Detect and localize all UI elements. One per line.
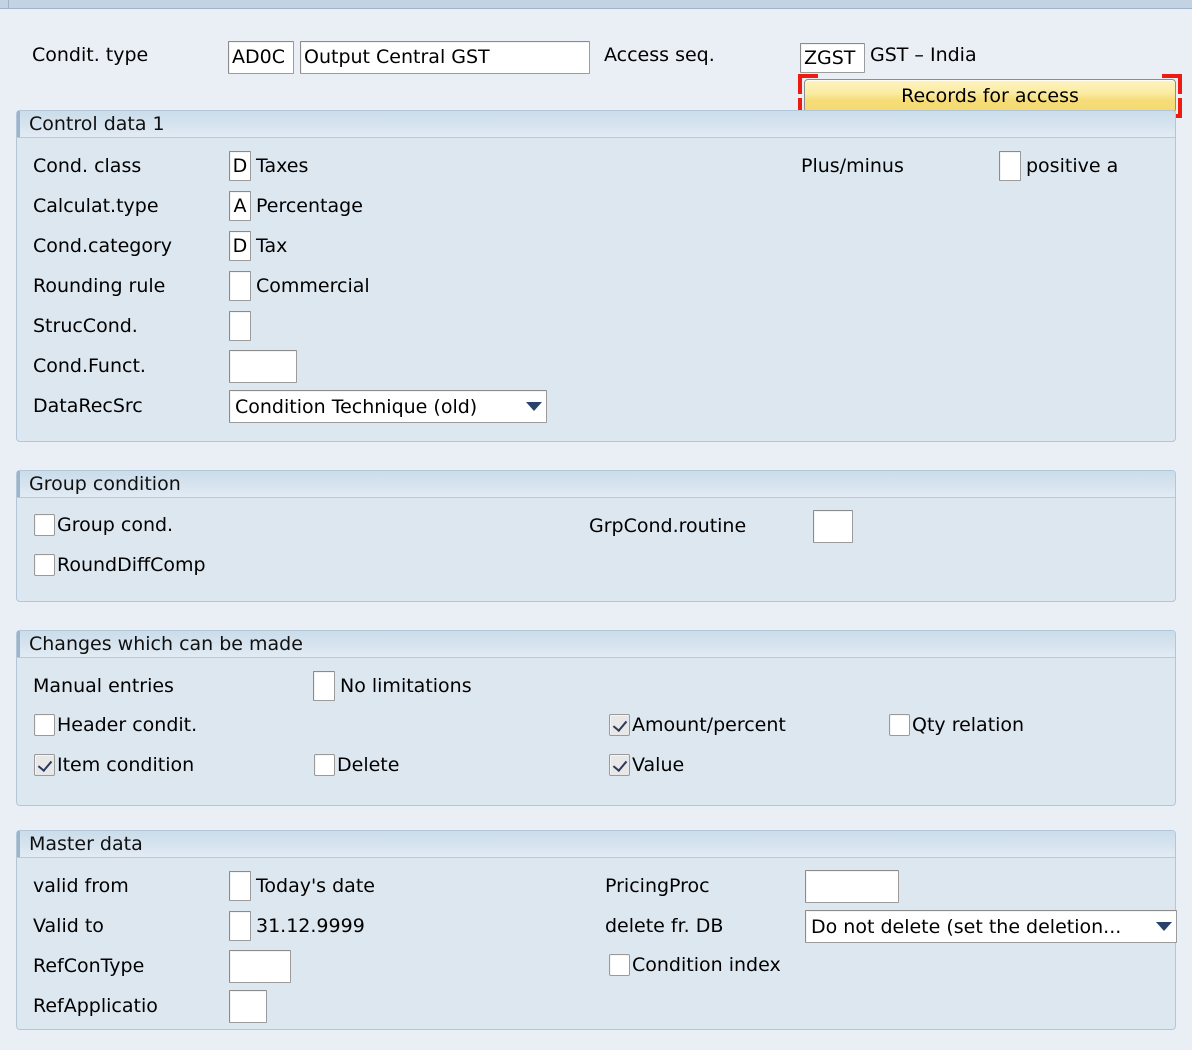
manual-entries-key-input[interactable] xyxy=(313,671,335,701)
master-data-panel-header: Master data xyxy=(17,831,1175,858)
header-condit-checkbox[interactable] xyxy=(34,714,55,736)
delete-from-db-label: delete fr. DB xyxy=(605,915,724,937)
valid-to-text: 31.12.9999 xyxy=(256,915,365,937)
access-sequence-description: GST – India xyxy=(870,44,977,66)
valid-from-text: Today's date xyxy=(256,875,375,897)
plus-minus-key-input[interactable] xyxy=(999,151,1021,181)
delete-label: Delete xyxy=(337,754,400,776)
control-data-panel: Control data 1 Cond. class D Taxes Calcu… xyxy=(16,110,1176,442)
calculation-type-label: Calculat.type xyxy=(33,195,159,217)
group-cond-label: Group cond. xyxy=(57,514,174,536)
value-label: Value xyxy=(632,754,685,776)
valid-from-key-input[interactable] xyxy=(229,871,251,901)
condition-index-checkbox-row[interactable]: Condition index xyxy=(609,954,781,976)
rounding-rule-key-input[interactable] xyxy=(229,271,251,301)
delete-checkbox-row[interactable]: Delete xyxy=(314,754,399,776)
rounding-rule-label: Rounding rule xyxy=(33,275,166,297)
qty-relation-checkbox[interactable] xyxy=(889,714,910,736)
window-top-strip xyxy=(0,0,1192,9)
data-record-source-value: Condition Technique (old) xyxy=(235,395,478,418)
manual-entries-text: No limitations xyxy=(340,675,472,697)
struct-condition-key-input[interactable] xyxy=(229,311,251,341)
round-diff-comp-label: RoundDiffComp xyxy=(57,554,206,576)
cond-category-key-input[interactable]: D xyxy=(229,231,251,261)
valid-to-key-input[interactable] xyxy=(229,911,251,941)
struct-condition-label: StrucCond. xyxy=(33,315,138,337)
access-sequence-label: Access seq. xyxy=(604,44,715,66)
cond-class-text: Taxes xyxy=(256,155,309,177)
changes-panel: Changes which can be made Manual entries… xyxy=(16,630,1176,806)
master-data-panel: Master data valid from Today's date Vali… xyxy=(16,830,1177,1030)
ref-con-type-label: RefConType xyxy=(33,955,145,977)
valid-from-label: valid from xyxy=(33,875,129,897)
plus-minus-label: Plus/minus xyxy=(801,155,904,177)
round-diff-comp-checkbox[interactable] xyxy=(34,554,55,576)
data-record-source-dropdown[interactable]: Condition Technique (old) xyxy=(229,390,547,423)
value-checkbox-row[interactable]: Value xyxy=(609,754,684,776)
item-condition-checkbox[interactable] xyxy=(34,754,55,776)
rounding-rule-text: Commercial xyxy=(256,275,370,297)
condition-index-label: Condition index xyxy=(632,954,781,976)
item-condition-label: Item condition xyxy=(57,754,195,776)
ref-application-label: RefApplicatio xyxy=(33,995,158,1017)
master-data-title: Master data xyxy=(29,833,143,855)
grp-cond-routine-input[interactable] xyxy=(813,510,853,543)
data-record-source-label: DataRecSrc xyxy=(33,395,143,417)
pricing-proc-input[interactable] xyxy=(805,870,899,903)
access-sequence-key-input[interactable]: ZGST xyxy=(800,43,865,73)
chevron-down-icon xyxy=(526,402,542,411)
records-for-access-button[interactable]: Records for access xyxy=(804,79,1176,113)
valid-to-label: Valid to xyxy=(33,915,104,937)
master-data-panel-body: valid from Today's date Valid to 31.12.9… xyxy=(17,858,1177,1029)
value-checkbox[interactable] xyxy=(609,754,630,776)
delete-from-db-value: Do not delete (set the deletion... xyxy=(811,915,1122,938)
changes-panel-body: Manual entries No limitations Header con… xyxy=(17,658,1175,805)
grp-cond-routine-label: GrpCond.routine xyxy=(589,515,747,537)
condition-function-label: Cond.Funct. xyxy=(33,355,146,377)
round-diff-comp-checkbox-row[interactable]: RoundDiffComp xyxy=(34,554,206,576)
qty-relation-checkbox-row[interactable]: Qty relation xyxy=(889,714,1024,736)
plus-minus-text: positive a xyxy=(1026,155,1119,177)
cond-class-key-input[interactable]: D xyxy=(229,151,251,181)
condition-function-input[interactable] xyxy=(229,350,297,383)
condition-type-description-input[interactable]: Output Central GST xyxy=(300,41,590,74)
changes-title: Changes which can be made xyxy=(29,633,303,655)
manual-entries-label: Manual entries xyxy=(33,675,174,697)
group-condition-title: Group condition xyxy=(29,473,181,495)
group-condition-panel-body: Group cond. RoundDiffComp GrpCond.routin… xyxy=(17,498,1175,601)
group-cond-checkbox[interactable] xyxy=(34,514,55,536)
amount-percent-checkbox-row[interactable]: Amount/percent xyxy=(609,714,786,736)
ref-application-input[interactable] xyxy=(229,990,267,1023)
top-strip-divider xyxy=(8,0,9,9)
group-condition-panel-header: Group condition xyxy=(17,471,1175,498)
delete-checkbox[interactable] xyxy=(314,754,335,776)
cond-class-label: Cond. class xyxy=(33,155,142,177)
pricing-proc-label: PricingProc xyxy=(605,875,710,897)
amount-percent-label: Amount/percent xyxy=(632,714,786,736)
ref-con-type-input[interactable] xyxy=(229,950,291,983)
cond-category-label: Cond.category xyxy=(33,235,173,257)
amount-percent-checkbox[interactable] xyxy=(609,714,630,736)
control-data-panel-header: Control data 1 xyxy=(17,111,1175,138)
cond-category-text: Tax xyxy=(256,235,288,257)
condition-type-label: Condit. type xyxy=(32,44,149,66)
header-condit-label: Header condit. xyxy=(57,714,198,736)
condition-type-key-input[interactable]: AD0C xyxy=(228,41,294,74)
condition-index-checkbox[interactable] xyxy=(609,954,630,976)
header-field-area: Condit. type AD0C Output Central GST Acc… xyxy=(0,10,1192,118)
group-cond-checkbox-row[interactable]: Group cond. xyxy=(34,514,173,536)
group-condition-panel: Group condition Group cond. RoundDiffCom… xyxy=(16,470,1176,602)
item-condition-checkbox-row[interactable]: Item condition xyxy=(34,754,194,776)
calculation-type-key-input[interactable]: A xyxy=(229,191,251,221)
changes-panel-header: Changes which can be made xyxy=(17,631,1175,658)
control-data-panel-body: Cond. class D Taxes Calculat.type A Perc… xyxy=(17,138,1175,441)
delete-from-db-dropdown[interactable]: Do not delete (set the deletion... xyxy=(805,910,1177,943)
control-data-title: Control data 1 xyxy=(29,113,165,135)
header-condit-checkbox-row[interactable]: Header condit. xyxy=(34,714,197,736)
qty-relation-label: Qty relation xyxy=(912,714,1025,736)
calculation-type-text: Percentage xyxy=(256,195,363,217)
chevron-down-icon xyxy=(1156,922,1172,931)
